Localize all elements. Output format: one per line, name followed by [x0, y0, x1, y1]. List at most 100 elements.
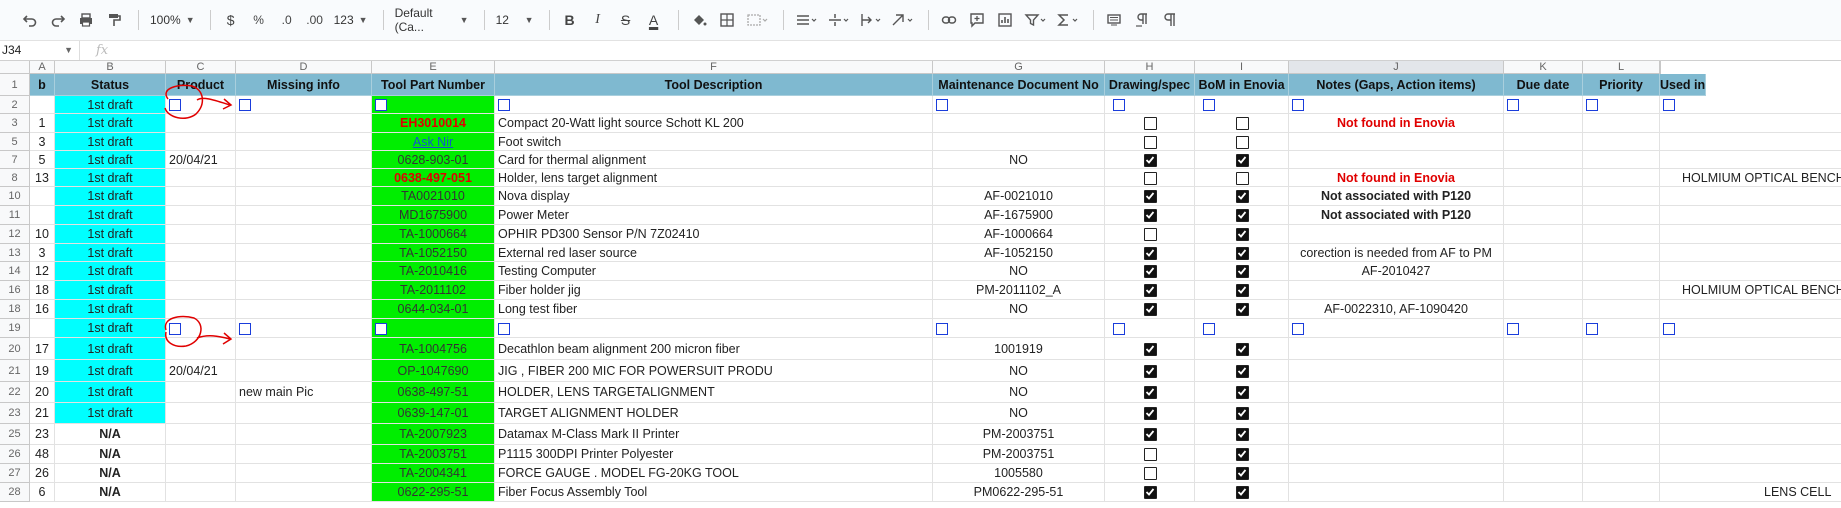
- cell-missing[interactable]: [236, 300, 372, 319]
- row-header-27[interactable]: 27: [0, 464, 30, 483]
- cell-a[interactable]: 19: [30, 360, 55, 382]
- checkbox-bom[interactable]: [1203, 322, 1215, 335]
- cell-maint[interactable]: 1005580: [933, 464, 1105, 483]
- cell-a[interactable]: 12: [30, 262, 55, 281]
- cell-status[interactable]: 1st draft: [55, 133, 166, 151]
- cell-missing[interactable]: [236, 133, 372, 151]
- cell-drawing[interactable]: [1105, 300, 1195, 319]
- cell-product[interactable]: [166, 133, 236, 151]
- currency-format-button[interactable]: $: [219, 7, 243, 33]
- cell-a[interactable]: 13: [30, 169, 55, 187]
- checkbox-drawing[interactable]: [1113, 322, 1125, 335]
- cell-product[interactable]: [166, 262, 236, 281]
- checkbox-product[interactable]: [169, 322, 181, 335]
- cell-part[interactable]: 0639-147-01: [372, 403, 495, 424]
- cell-missing[interactable]: [236, 483, 372, 502]
- cell-notes[interactable]: [1289, 96, 1504, 114]
- cell-maint[interactable]: NO: [933, 403, 1105, 424]
- cell-notes[interactable]: Not associated with P120: [1289, 187, 1504, 206]
- cell-priority[interactable]: [1583, 300, 1660, 319]
- cell-notes[interactable]: [1289, 281, 1504, 300]
- checked-bom-checkbox[interactable]: [1235, 428, 1249, 441]
- cell-missing[interactable]: [236, 225, 372, 244]
- insert-comment-button[interactable]: [965, 7, 989, 33]
- cell-priority[interactable]: [1583, 382, 1660, 403]
- checkbox-drawing[interactable]: [1113, 99, 1125, 111]
- cell-missing[interactable]: [236, 244, 372, 262]
- row-header-20[interactable]: 20: [0, 338, 30, 360]
- checked-bom-checkbox[interactable]: [1235, 209, 1249, 222]
- cell-bom[interactable]: [1195, 403, 1289, 424]
- column-header-j[interactable]: J: [1289, 61, 1504, 74]
- cell-used[interactable]: [1660, 151, 1841, 169]
- cell-used[interactable]: [1660, 262, 1841, 281]
- cell-a[interactable]: 3: [30, 133, 55, 151]
- column-header-h[interactable]: H: [1105, 61, 1195, 74]
- cell-missing[interactable]: [236, 187, 372, 206]
- cell-maint[interactable]: NO: [933, 262, 1105, 281]
- cell-used[interactable]: [1660, 225, 1841, 244]
- header-cell-used[interactable]: Used in: [1660, 74, 1707, 96]
- cell-product[interactable]: [166, 187, 236, 206]
- row-header-26[interactable]: 26: [0, 445, 30, 464]
- cell-maint[interactable]: PM-2003751: [933, 445, 1105, 464]
- cell-bom[interactable]: [1195, 225, 1289, 244]
- cell-product[interactable]: [166, 225, 236, 244]
- row-header-8[interactable]: 8: [0, 169, 30, 187]
- cell-notes[interactable]: [1289, 338, 1504, 360]
- cell-due[interactable]: [1504, 151, 1583, 169]
- checkbox-bom[interactable]: [1203, 99, 1215, 111]
- cell-desc[interactable]: Nova display: [495, 187, 933, 206]
- checkbox-missing[interactable]: [239, 99, 251, 111]
- cell-notes[interactable]: Not associated with P120: [1289, 206, 1504, 225]
- cell-used[interactable]: [1660, 338, 1841, 360]
- cell-maint[interactable]: AF-1052150: [933, 244, 1105, 262]
- cell-notes[interactable]: [1289, 445, 1504, 464]
- cell-product[interactable]: [166, 96, 236, 114]
- cell-part[interactable]: TA-2007923: [372, 424, 495, 445]
- cell-notes[interactable]: AF-2010427: [1289, 262, 1504, 281]
- cell-part[interactable]: TA-1004756: [372, 338, 495, 360]
- text-direction-ltr-button[interactable]: [1130, 7, 1154, 33]
- cell-a[interactable]: 6: [30, 483, 55, 502]
- checked-drawing-checkbox[interactable]: [1143, 303, 1157, 316]
- cell-part[interactable]: TA-1000664: [372, 225, 495, 244]
- cell-status[interactable]: N/A: [55, 445, 166, 464]
- cell-part[interactable]: OP-1047690: [372, 360, 495, 382]
- cell-part[interactable]: TA-2004341: [372, 464, 495, 483]
- checked-bom-checkbox[interactable]: [1235, 284, 1249, 297]
- row-header-5[interactable]: 5: [0, 133, 30, 151]
- cell-priority[interactable]: [1583, 445, 1660, 464]
- fill-color-button[interactable]: [687, 7, 711, 33]
- ask-nir-link[interactable]: Ask Nir: [413, 135, 453, 149]
- cell-a[interactable]: 48: [30, 445, 55, 464]
- cell-status[interactable]: N/A: [55, 424, 166, 445]
- cell-used[interactable]: [1660, 464, 1841, 483]
- cell-drawing[interactable]: [1105, 225, 1195, 244]
- unchecked-drawing-checkbox[interactable]: [1143, 448, 1157, 461]
- header-cell-missing[interactable]: Missing info: [236, 74, 372, 96]
- cell-part[interactable]: TA0021010: [372, 187, 495, 206]
- cell-drawing[interactable]: [1105, 360, 1195, 382]
- checked-bom-checkbox[interactable]: [1235, 448, 1249, 461]
- cell-bom[interactable]: [1195, 424, 1289, 445]
- cell-bom[interactable]: [1195, 244, 1289, 262]
- row-header-21[interactable]: 21: [0, 360, 30, 382]
- print-button[interactable]: [74, 7, 98, 33]
- cell-drawing[interactable]: [1105, 96, 1195, 114]
- cell-priority[interactable]: [1583, 424, 1660, 445]
- checkbox-notes[interactable]: [1292, 322, 1304, 335]
- cell-used[interactable]: [1660, 114, 1841, 133]
- cell-bom[interactable]: [1195, 96, 1289, 114]
- cell-due[interactable]: [1504, 300, 1583, 319]
- cell-notes[interactable]: Not found in Enovia: [1289, 169, 1504, 187]
- input-tools-button[interactable]: [1102, 7, 1126, 33]
- cell-part[interactable]: [372, 96, 495, 114]
- row-header-7[interactable]: 7: [0, 151, 30, 169]
- cell-priority[interactable]: [1583, 96, 1660, 114]
- cell-maint[interactable]: NO: [933, 382, 1105, 403]
- row-header-22[interactable]: 22: [0, 382, 30, 403]
- cell-notes[interactable]: [1289, 403, 1504, 424]
- cell-status[interactable]: 1st draft: [55, 169, 166, 187]
- cell-product[interactable]: [166, 464, 236, 483]
